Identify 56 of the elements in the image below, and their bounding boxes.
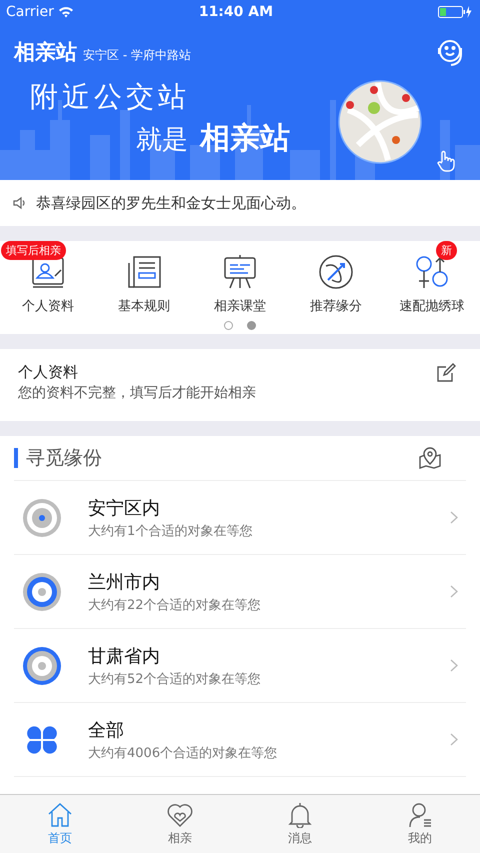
page-indicator-dot[interactable]	[224, 321, 233, 330]
page-indicator-dot[interactable]	[247, 321, 256, 330]
notice-text: 恭喜绿园区的罗先生和金女士见面心动。	[36, 194, 306, 212]
wifi-icon	[58, 6, 74, 18]
area-list-item[interactable]: 甘肃省内 大约有52个合适的对象在等您	[14, 629, 466, 703]
person-icon	[407, 802, 433, 828]
shortcut-item[interactable]: 新 速配抛绣球	[384, 241, 480, 315]
badge: 新	[436, 241, 457, 260]
item-title: 全部	[88, 718, 125, 742]
target-icon	[22, 646, 62, 686]
heart-icon	[167, 802, 193, 828]
target-icon	[22, 498, 62, 538]
hand-pointer-icon	[437, 150, 455, 172]
card-subtitle: 您的资料不完整，填写后才能开始相亲	[18, 384, 257, 402]
edit-icon[interactable]	[436, 363, 456, 383]
clock-time: 11:40 AM	[198, 4, 274, 20]
banner-brand: 相亲站	[200, 120, 290, 158]
battery-icon	[438, 5, 474, 19]
map-pin-icon[interactable]	[418, 446, 442, 470]
badge: 填写后相亲	[1, 241, 66, 260]
chevron-right-icon	[450, 733, 458, 746]
area-list-item[interactable]: 全部 大约有4006个合适的对象在等您	[14, 703, 466, 777]
shortcut-item[interactable]: 填写后相亲 个人资料	[0, 241, 96, 315]
presentation-board-icon	[222, 254, 258, 290]
banner-headline: 附近公交站	[30, 79, 190, 115]
document-icon	[126, 254, 162, 290]
home-icon	[47, 802, 73, 828]
item-subtitle: 大约有52个合适的对象在等您	[88, 670, 262, 688]
target-icon	[22, 572, 62, 612]
banner-text: 就是	[136, 124, 188, 157]
chevron-right-icon	[450, 659, 458, 672]
item-title: 兰州市内	[88, 570, 161, 594]
item-title: 甘肃省内	[88, 644, 161, 668]
chevron-right-icon	[450, 585, 458, 598]
area-list-item[interactable]: 安宁区内 大约有1个合适的对象在等您	[14, 481, 466, 555]
tab-bar-item[interactable]: 我的	[360, 795, 480, 853]
profile-card[interactable]: 个人资料 您的资料不完整，填写后才能开始相亲	[0, 349, 480, 421]
gender-symbols-icon	[414, 254, 450, 290]
item-subtitle: 大约有22个合适的对象在等您	[88, 596, 262, 614]
tab-bar-item[interactable]: 消息	[240, 795, 360, 853]
bell-icon	[287, 802, 313, 828]
item-title: 安宁区内	[88, 496, 161, 520]
banner-background[interactable]: 附近公交站 就是 相亲站	[0, 72, 480, 180]
app-title: 相亲站	[14, 39, 77, 66]
chevron-right-icon	[450, 511, 458, 524]
section-title: 寻觅缘份	[26, 446, 103, 471]
card-title: 个人资料	[18, 363, 79, 382]
item-subtitle: 大约有4006个合适的对象在等您	[88, 744, 278, 762]
carrier-label: Carrier	[6, 4, 54, 20]
shortcut-item[interactable]: 基本规则	[96, 241, 192, 315]
item-subtitle: 大约有1个合适的对象在等您	[88, 522, 254, 540]
tab-bar-item[interactable]: 相亲	[120, 795, 240, 853]
location-label[interactable]: 安宁区 - 学府中路站	[83, 46, 428, 64]
shortcut-item[interactable]: 推荐缘分	[288, 241, 384, 315]
shortcut-item[interactable]: 相亲课堂	[192, 241, 288, 315]
area-list-item[interactable]: 兰州市内 大约有22个合适的对象在等您	[14, 555, 466, 629]
